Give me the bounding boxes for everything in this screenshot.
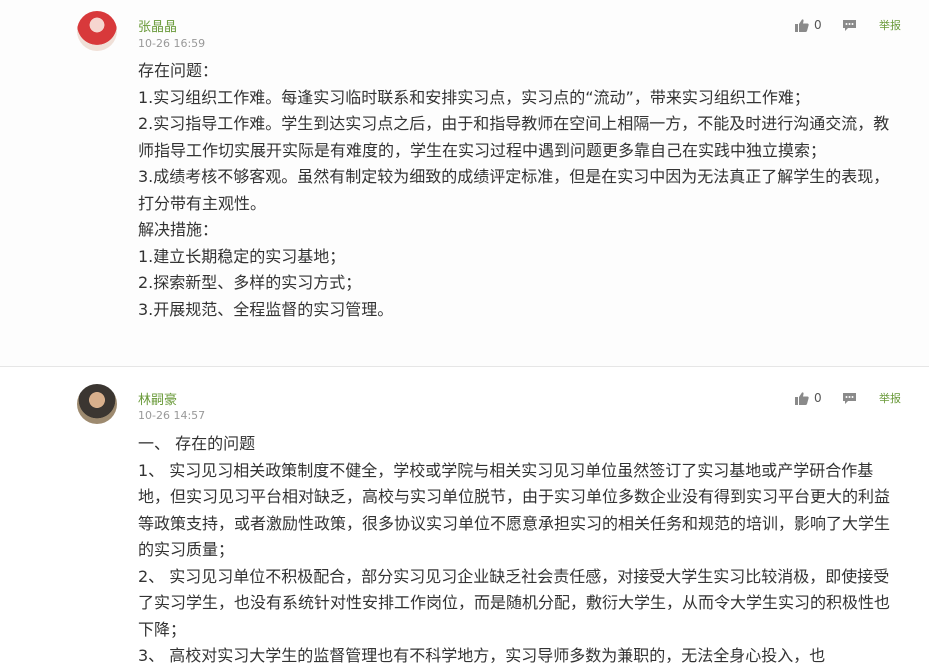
comment-line: 一、 存在的问题 bbox=[138, 434, 256, 453]
comment-line: 存在问题： bbox=[138, 61, 219, 80]
author-name[interactable]: 张晶晶 bbox=[138, 16, 177, 35]
report-link[interactable]: 举报 bbox=[879, 17, 901, 33]
comment-line: 3、 高校对实习大学生的监督管理也有不科学地方，实习导师多数为兼职的，无法全身心… bbox=[138, 646, 826, 665]
comment-line: 2.探索新型、多样的实习方式； bbox=[138, 273, 362, 292]
author-name[interactable]: 林嗣豪 bbox=[138, 389, 177, 408]
comment-body: 存在问题： 1.实习组织工作难。每逢实习临时联系和安排实习点，实习点的“流动”，… bbox=[138, 58, 898, 323]
report-link[interactable]: 举报 bbox=[879, 390, 901, 406]
avatar[interactable] bbox=[77, 11, 117, 51]
comment-line: 1.实习组织工作难。每逢实习临时联系和安排实习点，实习点的“流动”，带来实习组织… bbox=[138, 87, 810, 107]
comment-item: 林嗣豪 10-26 14:57 0 举报 一、 存在的问题 1、 实习见习相关政… bbox=[0, 367, 929, 665]
avatar[interactable] bbox=[77, 384, 117, 424]
comment-item: 张晶晶 10-26 16:59 0 举报 存在问题： 1.实习组织工作难。每逢实… bbox=[0, 0, 929, 367]
comment-line: 1、 实习见习相关政策制度不健全，学校或学院与相关实习见习单位虽然签订了实习基地… bbox=[138, 460, 891, 560]
comment-line: 3.成绩考核不够客观。虽然有制定较为细致的成绩评定标准，但是在实习中因为无法真正… bbox=[138, 167, 890, 213]
comment-line: 2、 实习见习单位不积极配合，部分实习见习企业缺乏社会责任感，对接受大学生实习比… bbox=[138, 566, 891, 639]
like-count: 0 bbox=[814, 391, 822, 405]
comment-actions: 0 举报 bbox=[795, 15, 901, 35]
comment-time: 10-26 16:59 bbox=[138, 37, 206, 50]
comment-actions: 0 举报 bbox=[795, 388, 901, 408]
comment-reply-icon[interactable] bbox=[842, 19, 857, 32]
comment-line: 2.实习指导工作难。学生到达实习点之后，由于和指导教师在空间上相隔一方，不能及时… bbox=[138, 114, 890, 160]
comment-line: 解决措施： bbox=[138, 220, 219, 239]
thumbs-up-icon[interactable] bbox=[795, 18, 809, 32]
comment-time: 10-26 14:57 bbox=[138, 409, 206, 422]
comment-reply-icon[interactable] bbox=[842, 392, 857, 405]
thumbs-up-icon[interactable] bbox=[795, 391, 809, 405]
like-count: 0 bbox=[814, 18, 822, 32]
comment-line: 3.开展规范、全程监督的实习管理。 bbox=[138, 299, 394, 319]
comment-body: 一、 存在的问题 1、 实习见习相关政策制度不健全，学校或学院与相关实习见习单位… bbox=[138, 431, 898, 670]
comment-line: 1.建立长期稳定的实习基地； bbox=[138, 246, 346, 266]
